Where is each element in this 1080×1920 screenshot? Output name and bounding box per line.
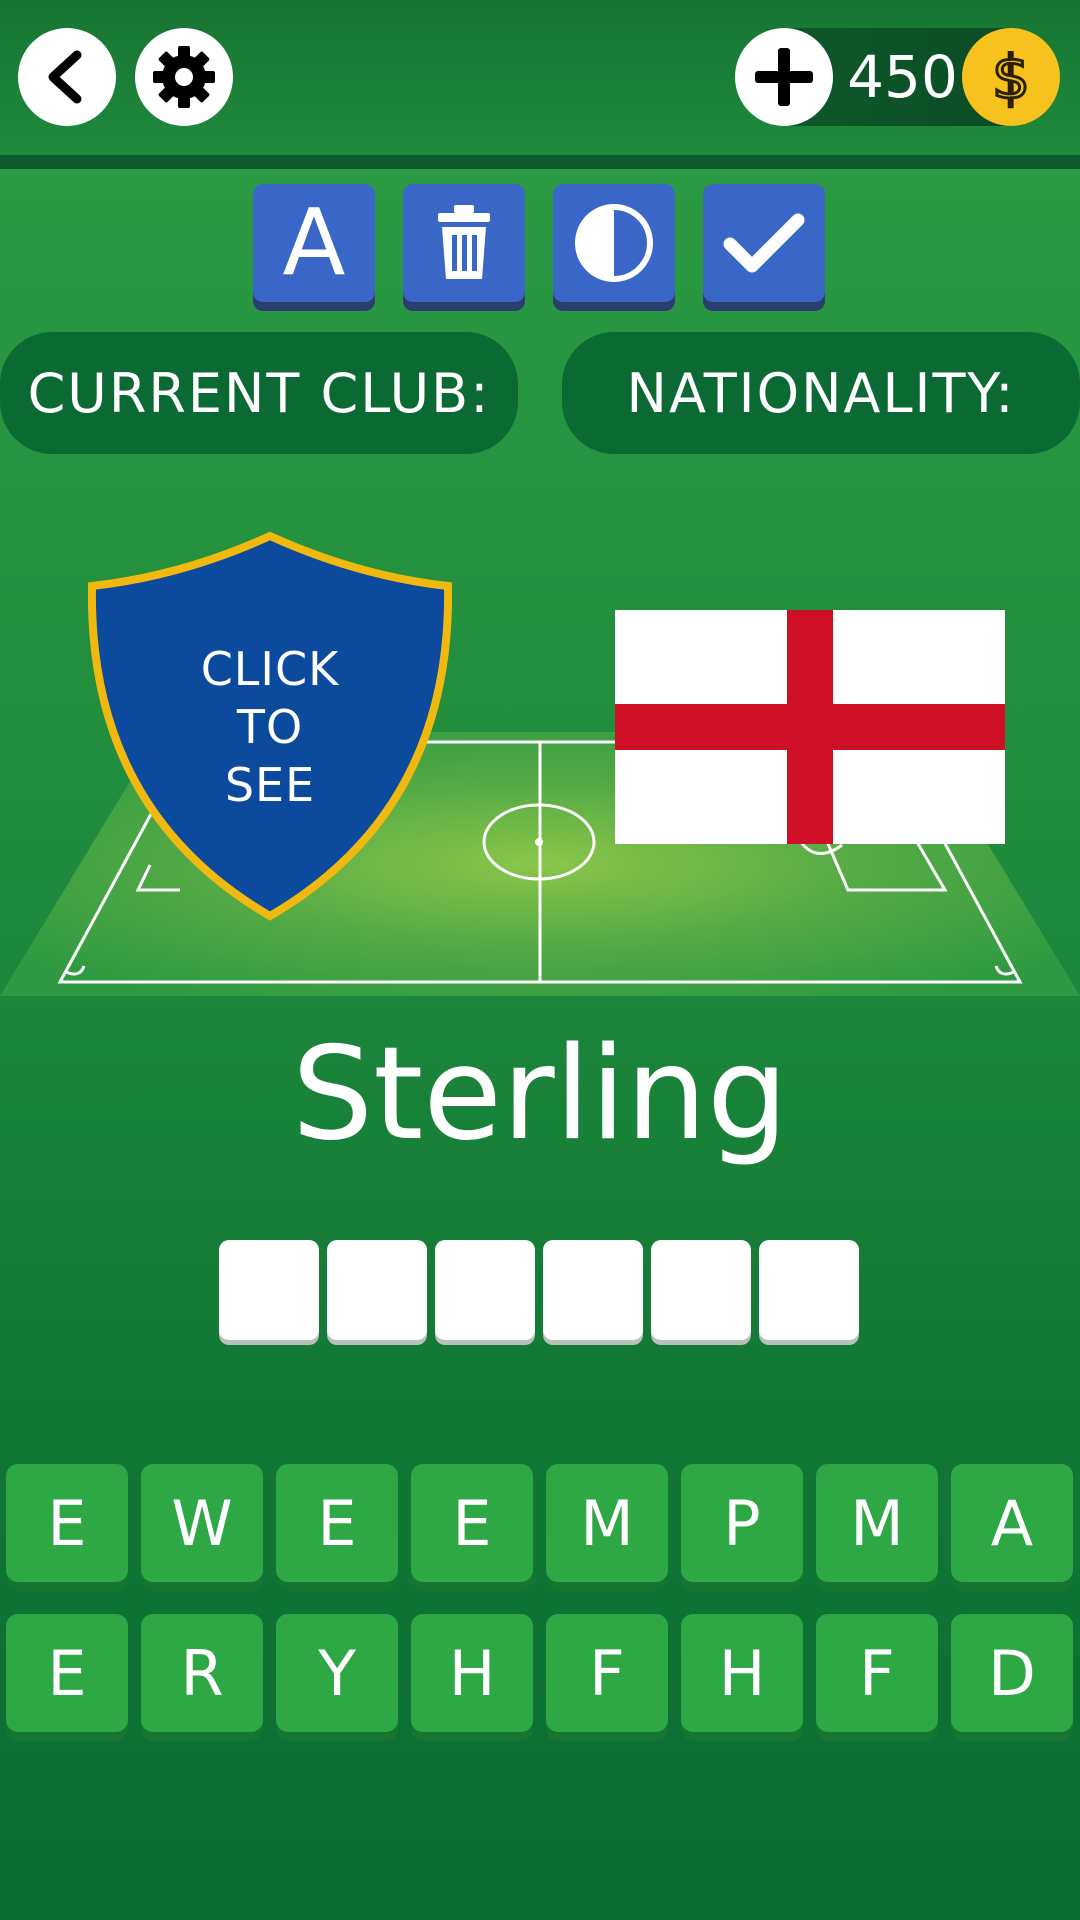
letter-key[interactable]: Y (276, 1614, 398, 1732)
answer-slot[interactable] (543, 1240, 643, 1340)
answer-slot[interactable] (435, 1240, 535, 1340)
chevron-left-icon (48, 50, 82, 104)
nationality-label: NATIONALITY: (562, 332, 1080, 454)
reveal-letter-button[interactable]: A (253, 184, 375, 302)
half-circle-icon (575, 204, 653, 282)
badge-line-2: TO (236, 700, 304, 754)
trash-icon (438, 205, 490, 279)
letter-key[interactable]: M (816, 1464, 938, 1582)
svg-text:$: $ (992, 43, 1030, 112)
letter-key[interactable]: E (6, 1614, 128, 1732)
club-badge-text: CLICK TO SEE (170, 640, 370, 814)
letter-key[interactable]: D (951, 1614, 1073, 1732)
answer-slot[interactable] (327, 1240, 427, 1340)
answer-slot[interactable] (759, 1240, 859, 1340)
badge-line-1: CLICK (200, 642, 340, 696)
letter-a-icon: A (282, 189, 346, 296)
england-flag-icon (615, 610, 1005, 844)
letter-key[interactable]: F (546, 1614, 668, 1732)
solve-button[interactable] (703, 184, 825, 302)
letter-key[interactable]: R (141, 1614, 263, 1732)
gear-icon (153, 46, 215, 108)
coin-count: 450 (847, 43, 958, 111)
letter-key[interactable]: E (6, 1464, 128, 1582)
current-club-label: CURRENT CLUB: (0, 332, 518, 454)
letter-key[interactable]: E (276, 1464, 398, 1582)
back-button[interactable] (18, 28, 116, 126)
answer-slot[interactable] (651, 1240, 751, 1340)
letter-key[interactable]: H (681, 1614, 803, 1732)
letter-key[interactable]: A (951, 1464, 1073, 1582)
letter-key[interactable]: E (411, 1464, 533, 1582)
plus-icon (755, 48, 813, 106)
letter-key[interactable]: M (546, 1464, 668, 1582)
remove-letters-button[interactable] (403, 184, 525, 302)
dollar-coin-icon: $ (962, 28, 1060, 126)
answer-slots (219, 1240, 861, 1345)
fifty-fifty-button[interactable] (553, 184, 675, 302)
badge-line-3: SEE (224, 758, 316, 812)
settings-button[interactable] (135, 28, 233, 126)
answer-slot[interactable] (219, 1240, 319, 1340)
letter-key[interactable]: H (411, 1614, 533, 1732)
checkmark-icon (723, 213, 805, 273)
player-name: Sterling (291, 1020, 789, 1169)
letter-key[interactable]: W (141, 1464, 263, 1582)
letter-key[interactable]: F (816, 1614, 938, 1732)
letter-key[interactable]: P (681, 1464, 803, 1582)
add-coins-button[interactable] (735, 28, 833, 126)
